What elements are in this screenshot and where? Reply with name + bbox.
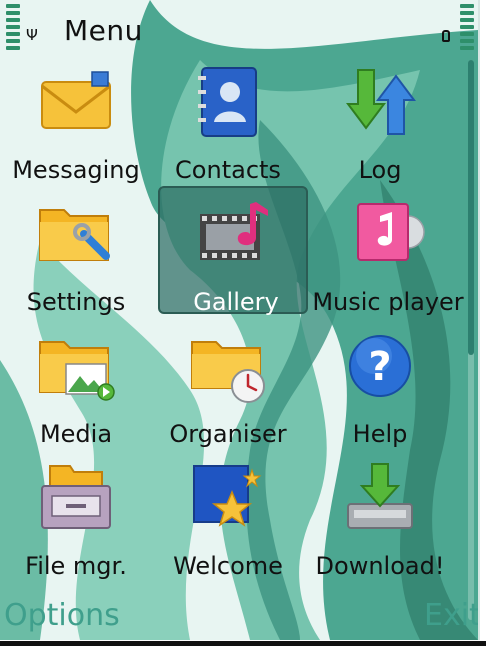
- svg-text:?: ?: [368, 344, 391, 390]
- media-folder-icon: [39, 341, 115, 401]
- menu-item-label: Download!: [315, 552, 445, 580]
- menu-item-music-player[interactable]: Music player: [312, 190, 464, 318]
- menu-item-welcome[interactable]: Welcome: [152, 454, 304, 582]
- menu-item-settings[interactable]: Settings: [0, 190, 152, 318]
- menu-item-messaging[interactable]: Messaging: [0, 58, 152, 186]
- organiser-folder-clock-icon: [191, 341, 265, 403]
- exit-softkey[interactable]: Exit: [424, 598, 478, 633]
- menu-item-label: Organiser: [169, 420, 287, 448]
- menu-item-label: Gallery: [193, 288, 279, 316]
- menu-item-label: Help: [352, 420, 408, 448]
- options-softkey[interactable]: Options: [4, 598, 120, 633]
- menu-item-gallery[interactable]: Gallery: [158, 186, 312, 318]
- menu-item-media[interactable]: Media: [0, 322, 152, 450]
- menu-item-label: Media: [39, 420, 113, 448]
- help-question-icon: ?: [349, 335, 411, 397]
- signal-strength-bars: [6, 4, 20, 53]
- menu-item-organiser[interactable]: Organiser: [152, 322, 304, 450]
- contacts-book-icon: [198, 67, 257, 137]
- menu-item-contacts[interactable]: Contacts: [152, 58, 304, 186]
- keylock-icon: [442, 30, 450, 42]
- gallery-film-music-icon: [200, 202, 268, 260]
- welcome-stars-icon: [193, 465, 262, 527]
- menu-item-file-manager[interactable]: File mgr.: [0, 454, 152, 582]
- menu-item-help[interactable]: ? Help: [304, 322, 456, 450]
- menu-item-label: Welcome: [173, 552, 283, 580]
- log-arrows-icon: [346, 69, 416, 135]
- antenna-icon: Ψ: [26, 26, 38, 44]
- menu-item-label: Contacts: [175, 156, 281, 184]
- file-manager-drawer-icon: [41, 465, 111, 529]
- menu-item-download[interactable]: Download!: [304, 454, 456, 582]
- phone-screen: Ψ Menu Messaging Contacts Log Settings G…: [0, 0, 480, 640]
- music-player-icon: [357, 203, 425, 261]
- menu-item-label: Settings: [26, 288, 126, 316]
- battery-level-bars: [460, 4, 474, 53]
- screen-bottom-border: [0, 641, 486, 646]
- envelope-icon: [41, 71, 111, 129]
- page-title: Menu: [64, 14, 143, 47]
- menu-item-label: Messaging: [12, 156, 140, 184]
- menu-item-log[interactable]: Log: [304, 58, 456, 186]
- menu-item-label: Log: [358, 156, 402, 184]
- download-arrow-icon: [347, 463, 413, 529]
- menu-item-label: Music player: [312, 288, 464, 316]
- settings-folder-wrench-icon: [39, 209, 110, 261]
- menu-item-label: File mgr.: [25, 552, 127, 580]
